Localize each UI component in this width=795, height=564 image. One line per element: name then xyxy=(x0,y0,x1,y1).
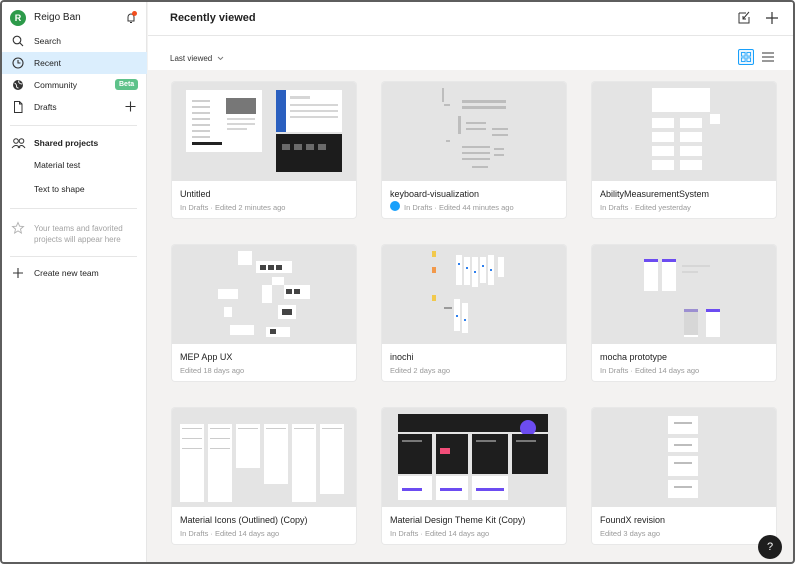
new-file-icon[interactable] xyxy=(764,10,780,26)
view-toolbar: Last viewed xyxy=(148,36,793,70)
file-meta: Edited 18 days ago xyxy=(180,366,245,375)
beta-badge: Beta xyxy=(115,79,139,90)
file-thumbnail xyxy=(172,245,356,344)
account-switcher[interactable]: R Reigo Ban xyxy=(2,8,147,30)
file-meta: Edited 3 days ago xyxy=(600,529,661,538)
file-title: Material Icons (Outlined) (Copy) xyxy=(180,515,308,525)
sidebar: R Reigo Ban Search Recent Community Beta… xyxy=(2,2,147,562)
file-title: Untitled xyxy=(180,189,211,199)
shared-projects-title: Shared projects xyxy=(34,138,99,148)
divider xyxy=(10,125,137,126)
header: Recently viewed xyxy=(148,2,793,36)
file-thumbnail xyxy=(382,408,566,507)
divider xyxy=(10,256,137,257)
file-card[interactable]: FoundX revision Edited 3 days ago xyxy=(592,408,776,544)
file-card[interactable]: Material Icons (Outlined) (Copy) In Draf… xyxy=(172,408,356,544)
file-title: Material Design Theme Kit (Copy) xyxy=(390,515,526,525)
file-thumbnail xyxy=(172,408,356,507)
grid-view-button[interactable] xyxy=(738,49,754,65)
file-thumbnail xyxy=(382,82,566,181)
file-meta: In Drafts · Edited 14 days ago xyxy=(600,366,700,375)
plus-icon xyxy=(13,268,23,278)
sidebar-item-label: Recent xyxy=(34,58,61,68)
file-title: mocha prototype xyxy=(600,352,668,362)
chevron-down-icon[interactable] xyxy=(217,56,224,61)
document-icon xyxy=(14,101,23,113)
file-title: keyboard-visualization xyxy=(390,189,480,199)
file-card[interactable]: Material Design Theme Kit (Copy) In Draf… xyxy=(382,408,566,544)
sidebar-item-label: Search xyxy=(34,36,61,46)
file-meta: In Drafts · Edited 14 days ago xyxy=(180,529,280,538)
create-team-label: Create new team xyxy=(34,268,99,278)
file-card[interactable]: MEP App UX Edited 18 days ago xyxy=(172,245,356,381)
sidebar-item-label: Drafts xyxy=(34,102,57,112)
divider xyxy=(10,208,137,209)
file-thumbnail xyxy=(382,245,566,344)
help-button[interactable]: ? xyxy=(758,535,782,559)
file-meta: In Drafts · Edited 14 days ago xyxy=(390,529,490,538)
file-card[interactable]: keyboard-visualization In Drafts · Edite… xyxy=(382,82,566,218)
list-view-button[interactable] xyxy=(760,49,776,65)
notification-dot xyxy=(132,11,137,16)
file-title: inochi xyxy=(390,352,414,362)
project-item[interactable]: Text to shape xyxy=(34,184,85,194)
collaborator-avatar xyxy=(390,201,400,211)
file-meta: In Drafts · Edited 44 minutes ago xyxy=(404,203,514,212)
sidebar-item-recent[interactable]: Recent xyxy=(2,52,147,74)
clock-icon xyxy=(12,57,24,69)
team-icon xyxy=(11,138,26,149)
file-card[interactable]: mocha prototype In Drafts · Edited 14 da… xyxy=(592,245,776,381)
page-title: Recently viewed xyxy=(170,12,256,24)
sidebar-item-drafts[interactable]: Drafts xyxy=(2,96,147,118)
grid-icon xyxy=(741,52,751,62)
avatar: R xyxy=(10,10,26,26)
file-meta: In Drafts · Edited yesterday xyxy=(600,203,691,212)
file-card[interactable]: AbilityMeasurementSystem In Drafts · Edi… xyxy=(592,82,776,218)
search-icon xyxy=(12,35,24,47)
empty-teams-note: Your teams and favorited projects will a… xyxy=(34,224,123,244)
sort-dropdown[interactable]: Last viewed xyxy=(170,54,212,63)
file-meta: Edited 2 days ago xyxy=(390,366,451,375)
file-thumbnail xyxy=(592,408,776,507)
file-thumbnail xyxy=(172,82,356,181)
file-thumbnail xyxy=(592,245,776,344)
sidebar-item-community[interactable]: Community Beta xyxy=(2,74,147,96)
file-thumbnail xyxy=(592,82,776,181)
file-title: FoundX revision xyxy=(600,515,666,525)
import-file-icon[interactable] xyxy=(736,10,752,26)
file-card[interactable]: Untitled In Drafts · Edited 2 minutes ag… xyxy=(172,82,356,218)
file-title: MEP App UX xyxy=(180,352,233,362)
user-name: Reigo Ban xyxy=(34,12,81,23)
file-title: AbilityMeasurementSystem xyxy=(600,189,710,199)
globe-icon xyxy=(13,80,23,90)
new-draft-icon[interactable] xyxy=(124,100,137,113)
project-item[interactable]: Material test xyxy=(34,160,80,170)
sidebar-item-label: Community xyxy=(34,80,77,90)
star-icon xyxy=(11,221,25,234)
app-window: R Reigo Ban Search Recent Community Beta… xyxy=(0,0,795,564)
sidebar-item-search[interactable]: Search xyxy=(2,30,147,52)
list-icon xyxy=(762,52,774,62)
create-team-button[interactable]: Create new team xyxy=(2,262,147,284)
file-card[interactable]: inochi Edited 2 days ago xyxy=(382,245,566,381)
file-meta: In Drafts · Edited 2 minutes ago xyxy=(180,203,286,212)
